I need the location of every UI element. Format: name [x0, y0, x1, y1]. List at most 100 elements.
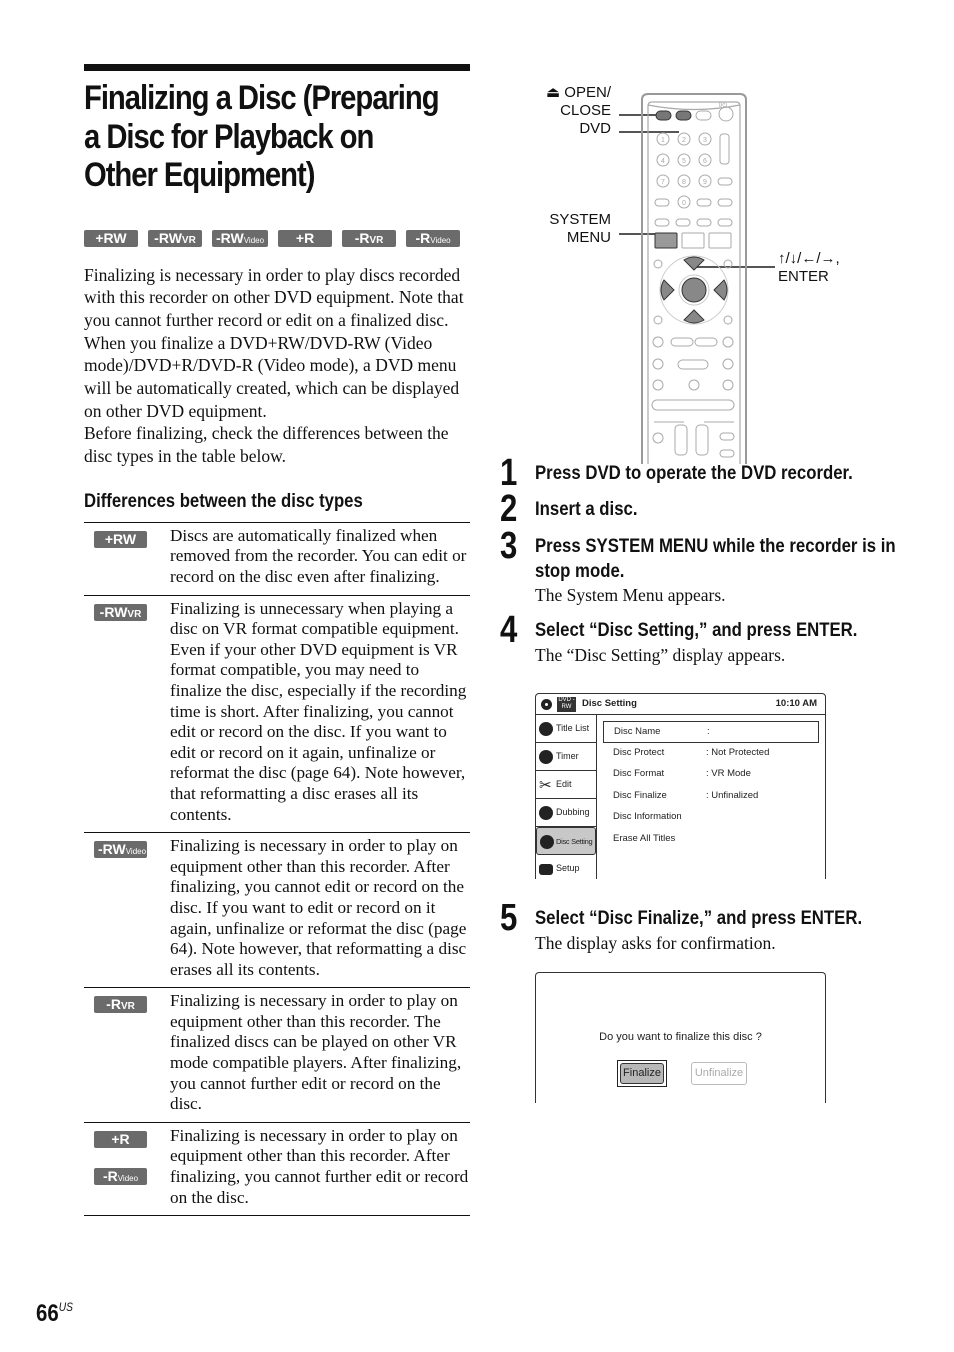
svg-text:1: 1 [661, 137, 665, 144]
step-title: Select “Disc Finalize,” and press ENTER. [535, 907, 863, 929]
row-description: Finalizing is necessary in order to play… [170, 991, 462, 1114]
intro-paragraph: Before finalizing, check the differences… [84, 423, 449, 467]
setting-row-erase-all-titles[interactable]: Erase All Titles [603, 829, 819, 851]
osd-title: Disc Setting [582, 698, 637, 709]
table-row: -RVR Finalizing is necessary in order to… [84, 988, 470, 1123]
left-column: Finalizing a Disc (Preparing a Disc for … [84, 64, 471, 1217]
confirm-message: Do you want to finalize this disc ? [599, 1031, 762, 1043]
disc-differences-table: +RW Discs are automatically finalized wh… [84, 521, 470, 1217]
page-title-line: Finalizing a Disc (Preparing [84, 79, 440, 117]
badge-minus-rw-video: -RWVideo [94, 841, 147, 859]
step-number: 1 [500, 452, 518, 494]
open-close-button [655, 110, 672, 121]
svg-text:9: 9 [703, 179, 707, 186]
unfinalize-button[interactable]: Unfinalize [691, 1062, 747, 1085]
page-number: 66US [36, 1300, 73, 1327]
dvd-rw-tag: DVD -RW [557, 697, 576, 712]
badge-plus-r: +R [94, 1130, 147, 1148]
step-title: Press SYSTEM MENU while the recorder is … [535, 535, 896, 582]
title-rule [84, 64, 470, 71]
row-description: Discs are automatically finalized when r… [170, 525, 467, 587]
svg-text:4: 4 [661, 158, 665, 165]
setup-toolbox-icon [539, 864, 553, 875]
badge-minus-rw-vr: -RWVR [94, 603, 147, 621]
step-title: Select “Disc Setting,” and press ENTER. [535, 619, 858, 641]
svg-text:0: 0 [682, 200, 686, 207]
badge-plus-rw: +RW [94, 530, 147, 548]
sidebar-item-disc-setting[interactable]: Disc Setting [536, 827, 596, 855]
intro-text: Finalizing is necessary in order to play… [84, 264, 470, 468]
sidebar-item-setup[interactable]: Setup [536, 855, 596, 883]
setting-row-disc-information[interactable]: Disc Information [603, 807, 819, 829]
step-number: 5 [500, 897, 518, 939]
title-list-icon [539, 722, 553, 736]
timer-icon [539, 750, 553, 764]
left-arrow-button [660, 279, 675, 301]
setting-row-disc-format[interactable]: Disc Format: VR Mode [603, 764, 819, 786]
disc-setting-icon [540, 835, 554, 849]
svg-text:7: 7 [661, 179, 665, 186]
open-close-label: ⏏ OPEN/ CLOSE DVD [540, 84, 611, 138]
row-description: Finalizing is necessary in order to play… [170, 1125, 469, 1207]
svg-text:2: 2 [682, 137, 686, 144]
row-description: Finalizing is unnecessary when playing a… [170, 598, 467, 824]
intro-paragraph: When you finalize a DVD+RW/DVD-RW (Video… [84, 332, 460, 421]
step-description: The “Disc Setting” display appears. [535, 645, 786, 665]
disc-type-badges: +RW -RWVR -RWVideo +R -RVR -RVideo [84, 229, 470, 247]
intro-paragraph: Finalizing is necessary in order to play… [84, 264, 464, 330]
step-number: 2 [500, 488, 518, 530]
page-title: Finalizing a Disc (Preparing a Disc for … [84, 79, 471, 195]
step-description: The System Menu appears. [535, 585, 726, 605]
sidebar-item-edit[interactable]: ✂ Edit [536, 771, 596, 799]
svg-text:8: 8 [682, 179, 686, 186]
dvd-label: DVD [579, 120, 611, 137]
row-description: Finalizing is necessary in order to play… [170, 836, 467, 979]
page-title-line: Other Equipment) [84, 156, 315, 194]
step-number: 3 [500, 525, 518, 567]
badge-plus-r: +R [278, 229, 333, 247]
badge-minus-r-video: -RVideo [94, 1167, 147, 1185]
badge-minus-rw-vr: -RWVR [148, 229, 202, 247]
right-arrow-button [713, 279, 728, 301]
step-title: Insert a disc. [535, 498, 638, 520]
remote-body-svg: I/⏻ 123 456 789 0 [641, 93, 747, 464]
badge-plus-rw: +RW [84, 229, 138, 247]
up-arrow-button [683, 256, 705, 271]
svg-text:5: 5 [682, 158, 686, 165]
setting-row-disc-protect[interactable]: Disc Protect: Not Protected [603, 743, 819, 765]
svg-text:6: 6 [703, 158, 707, 165]
step-number: 4 [500, 609, 518, 651]
differences-heading: Differences between the disc types [84, 490, 363, 512]
dubbing-icon [539, 806, 553, 820]
enter-button [681, 277, 707, 303]
system-menu-label: SYSTEM MENU [549, 211, 611, 246]
table-row: +R -RVideo Finalizing is necessary in or… [84, 1123, 470, 1217]
page-title-line: a Disc for Playback on [84, 117, 374, 156]
sidebar-item-title-list[interactable]: Title List [536, 715, 596, 743]
dvd-button [675, 110, 692, 121]
badge-minus-rw-video: -RWVideo [212, 229, 269, 247]
badge-minus-r-vr: -RVR [342, 229, 397, 247]
setting-row-disc-name[interactable]: Disc Name: [603, 721, 819, 743]
down-arrow-button [683, 309, 705, 324]
step-title: Press DVD to operate the DVD recorder. [535, 462, 853, 484]
osd-settings-list: Disc Name: Disc Protect: Not Protected D… [603, 721, 819, 850]
step-description: The display asks for confirmation. [535, 933, 776, 953]
table-row: -RWVR Finalizing is unnecessary when pla… [84, 596, 470, 834]
badge-minus-r-vr: -RVR [94, 996, 147, 1014]
arrows-enter-label: ↑/↓/←/→, ENTER [778, 250, 840, 285]
svg-text:3: 3 [703, 137, 707, 144]
sidebar-item-dubbing[interactable]: Dubbing [536, 799, 596, 827]
setting-row-disc-finalize[interactable]: Disc Finalize: Unfinalized [603, 786, 819, 808]
osd-header: DVD -RW Disc Setting 10:10 AM [536, 694, 825, 715]
disc-icon [541, 699, 552, 710]
edit-scissors-icon: ✂ [539, 777, 552, 794]
sidebar-item-timer[interactable]: Timer [536, 743, 596, 771]
finalize-button[interactable]: Finalize [617, 1060, 667, 1087]
table-row: +RW Discs are automatically finalized wh… [84, 523, 470, 596]
osd-clock: 10:10 AM [775, 698, 817, 709]
remote-control-illustration: ⏏ OPEN/ CLOSE DVD SYSTEM MENU ↑/↓/←/→, E… [540, 84, 880, 464]
system-menu-button [654, 232, 678, 249]
disc-setting-screen: DVD -RW Disc Setting 10:10 AM Title List… [535, 693, 826, 879]
finalize-confirm-screen: Do you want to finalize this disc ? Fina… [535, 972, 826, 1103]
